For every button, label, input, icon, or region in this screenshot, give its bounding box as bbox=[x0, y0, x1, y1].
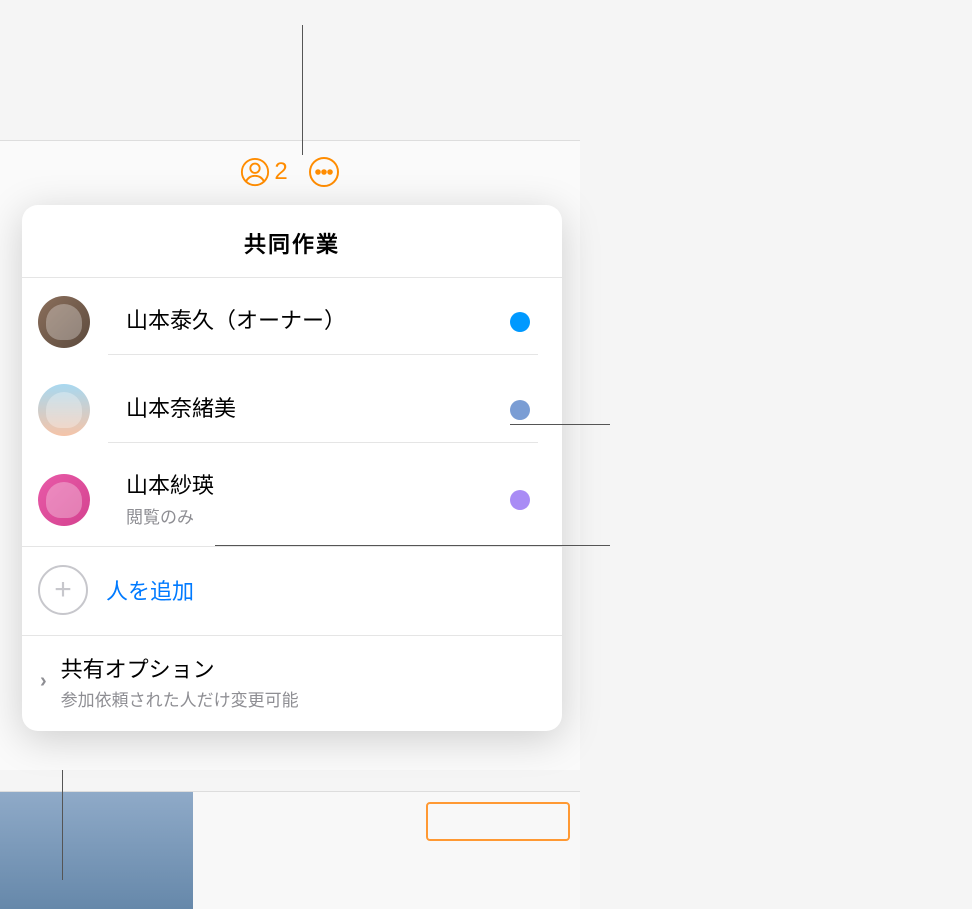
participant-name: 山本奈緒美 bbox=[126, 395, 510, 424]
chevron-right-icon: › bbox=[40, 670, 47, 693]
participant-row[interactable]: 山本紗瑛 閲覧のみ bbox=[22, 454, 562, 546]
callout-line bbox=[62, 770, 63, 880]
ellipsis-circle-icon bbox=[308, 156, 340, 188]
share-options-subtitle: 参加依頼された人だけ変更可能 bbox=[61, 686, 538, 711]
thumb bbox=[387, 791, 580, 909]
toolbar: 2 bbox=[0, 150, 580, 194]
participant-row-owner[interactable]: 山本泰久（オーナー） bbox=[22, 278, 562, 366]
collab-count: 2 bbox=[274, 158, 287, 186]
callout-line bbox=[302, 25, 303, 155]
participant-name: 山本泰久（オーナー） bbox=[126, 307, 510, 336]
plus-circle-icon: + bbox=[38, 565, 88, 615]
popover-header: 共同作業 bbox=[22, 205, 562, 278]
participant-name: 山本紗瑛 bbox=[126, 472, 510, 501]
callout-line bbox=[215, 545, 610, 546]
avatar bbox=[38, 474, 90, 526]
add-people-button[interactable]: + 人を追加 bbox=[22, 546, 562, 635]
thumb bbox=[0, 791, 193, 909]
person-icon bbox=[240, 157, 270, 187]
participant-row[interactable]: 山本奈緒美 bbox=[22, 366, 562, 454]
share-options-button[interactable]: › 共有オプション 参加依頼された人だけ変更可能 bbox=[22, 635, 562, 731]
more-button[interactable] bbox=[308, 156, 340, 188]
status-dot bbox=[510, 312, 530, 332]
collaboration-popover: 共同作業 山本泰久（オーナー） 山本奈緒美 bbox=[22, 205, 562, 731]
participant-list: 山本泰久（オーナー） 山本奈緒美 山本紗瑛 閲覧のみ bbox=[22, 278, 562, 546]
share-options-title: 共有オプション bbox=[61, 652, 538, 684]
background-thumbnails bbox=[0, 791, 580, 909]
status-dot bbox=[510, 400, 530, 420]
add-people-label: 人を追加 bbox=[106, 574, 194, 606]
avatar bbox=[38, 296, 90, 348]
callout-line bbox=[510, 424, 610, 425]
collaboration-button[interactable]: 2 bbox=[240, 157, 287, 187]
participant-permission: 閲覧のみ bbox=[126, 503, 510, 528]
avatar bbox=[38, 384, 90, 436]
status-dot bbox=[510, 490, 530, 510]
popover-title: 共同作業 bbox=[22, 227, 562, 259]
thumb bbox=[193, 791, 386, 909]
